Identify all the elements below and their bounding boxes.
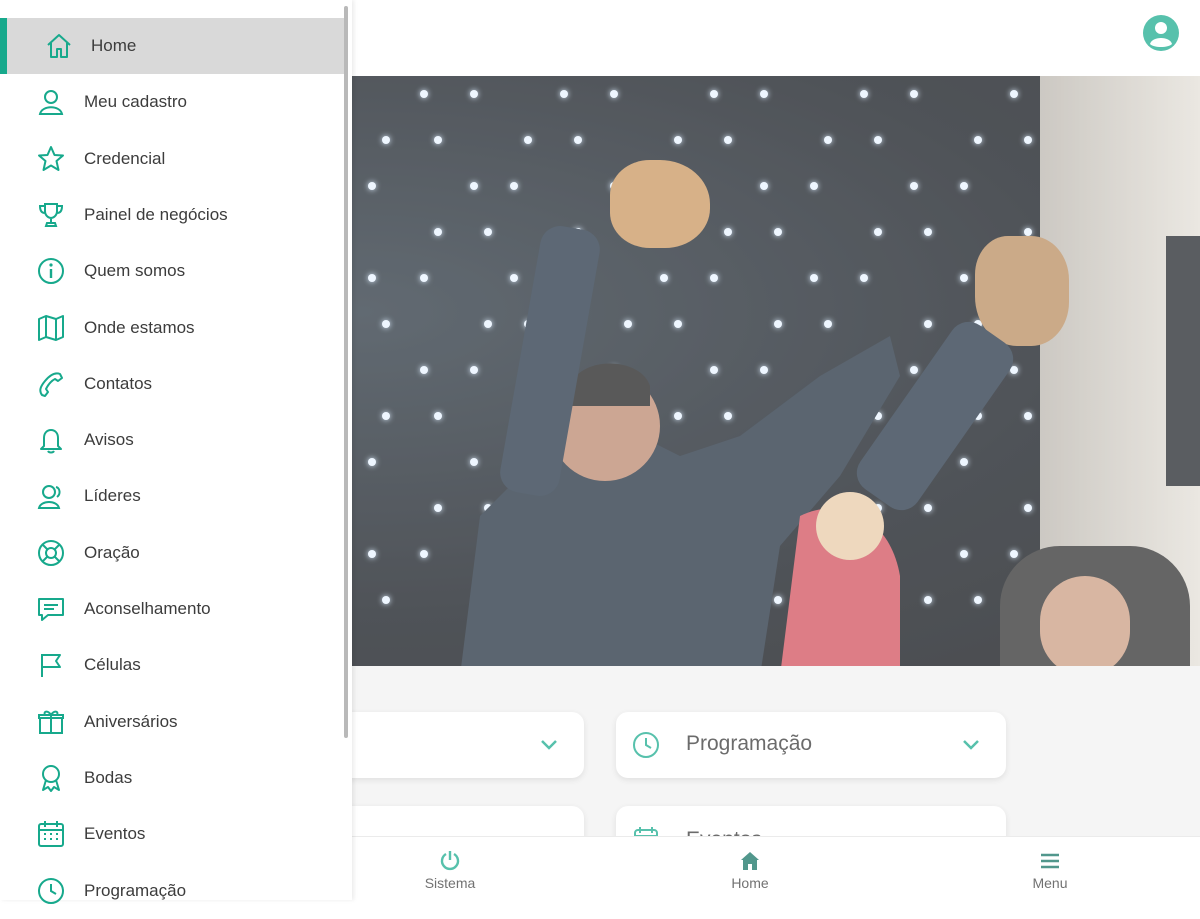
info-icon — [38, 258, 64, 285]
drawer-item-oração[interactable]: Oração — [0, 525, 346, 581]
award-icon — [42, 764, 60, 792]
drawer-item-label: Aconselhamento — [84, 599, 211, 618]
flag-icon — [41, 654, 61, 678]
drawer-item-programação[interactable]: Programação — [0, 863, 346, 919]
drawer-item-aconselhamento[interactable]: Aconselhamento — [0, 581, 346, 637]
chat-icon — [38, 598, 64, 621]
app-root: Programação Eventos Sistema Home Menu Ho… — [0, 0, 1200, 904]
drawer-item-painel-de-negócios[interactable]: Painel de negócios — [0, 187, 346, 243]
drawer-item-label: Quem somos — [84, 261, 186, 281]
home-icon — [47, 34, 71, 58]
lifebuoy-icon — [38, 539, 64, 566]
drawer-item-meu-cadastro[interactable]: Meu cadastro — [0, 74, 346, 130]
star-icon — [38, 145, 64, 171]
drawer-item-líderes[interactable]: Líderes — [0, 468, 346, 524]
leader-icon — [37, 485, 61, 510]
drawer-item-onde-estamos[interactable]: Onde estamos — [0, 300, 346, 356]
drawer-item-bodas[interactable]: Bodas — [0, 750, 346, 806]
drawer-item-label: Aniversários — [84, 711, 178, 731]
drawer-item-label: Oração — [84, 542, 140, 562]
drawer-item-label: Credencial — [84, 148, 166, 168]
drawer-item-label: Meu cadastro — [84, 92, 187, 112]
drawer-item-quem-somos[interactable]: Quem somos — [0, 243, 346, 299]
drawer-item-label: Células — [84, 655, 141, 675]
drawer-item-home[interactable]: Home — [0, 18, 346, 74]
drawer-item-label: Onde estamos — [84, 317, 195, 337]
drawer-item-células[interactable]: Células — [0, 637, 346, 693]
drawer-item-credencial[interactable]: Credencial — [0, 131, 346, 187]
drawer-item-label: Home — [91, 36, 137, 55]
drawer-item-label: Bodas — [84, 767, 133, 787]
gift-icon — [38, 710, 64, 734]
drawer-item-label: Avisos — [84, 430, 134, 450]
drawer-item-eventos[interactable]: Eventos — [0, 806, 346, 862]
map-icon — [38, 314, 64, 341]
drawer-item-label: Contatos — [84, 373, 153, 393]
drawer-scrollbar[interactable] — [344, 6, 348, 738]
drawer-item-label: Eventos — [84, 824, 146, 844]
bell-icon — [40, 429, 62, 454]
drawer-item-aniversários[interactable]: Aniversários — [0, 694, 346, 750]
user-icon — [38, 90, 64, 116]
drawer-item-label: Painel de negócios — [84, 204, 228, 224]
trophy-icon — [38, 202, 64, 227]
drawer-item-label: Líderes — [84, 486, 141, 506]
drawer-item-label: Programação — [84, 880, 187, 900]
clock-icon — [38, 877, 64, 904]
calendar-icon — [38, 821, 64, 848]
drawer-item-contatos[interactable]: Contatos — [0, 356, 346, 412]
phone-icon — [39, 372, 63, 397]
navigation-drawer: Home Meu cadastro Credencial Painel de negó… — [0, 0, 352, 904]
drawer-item-avisos[interactable]: Avisos — [0, 412, 346, 468]
